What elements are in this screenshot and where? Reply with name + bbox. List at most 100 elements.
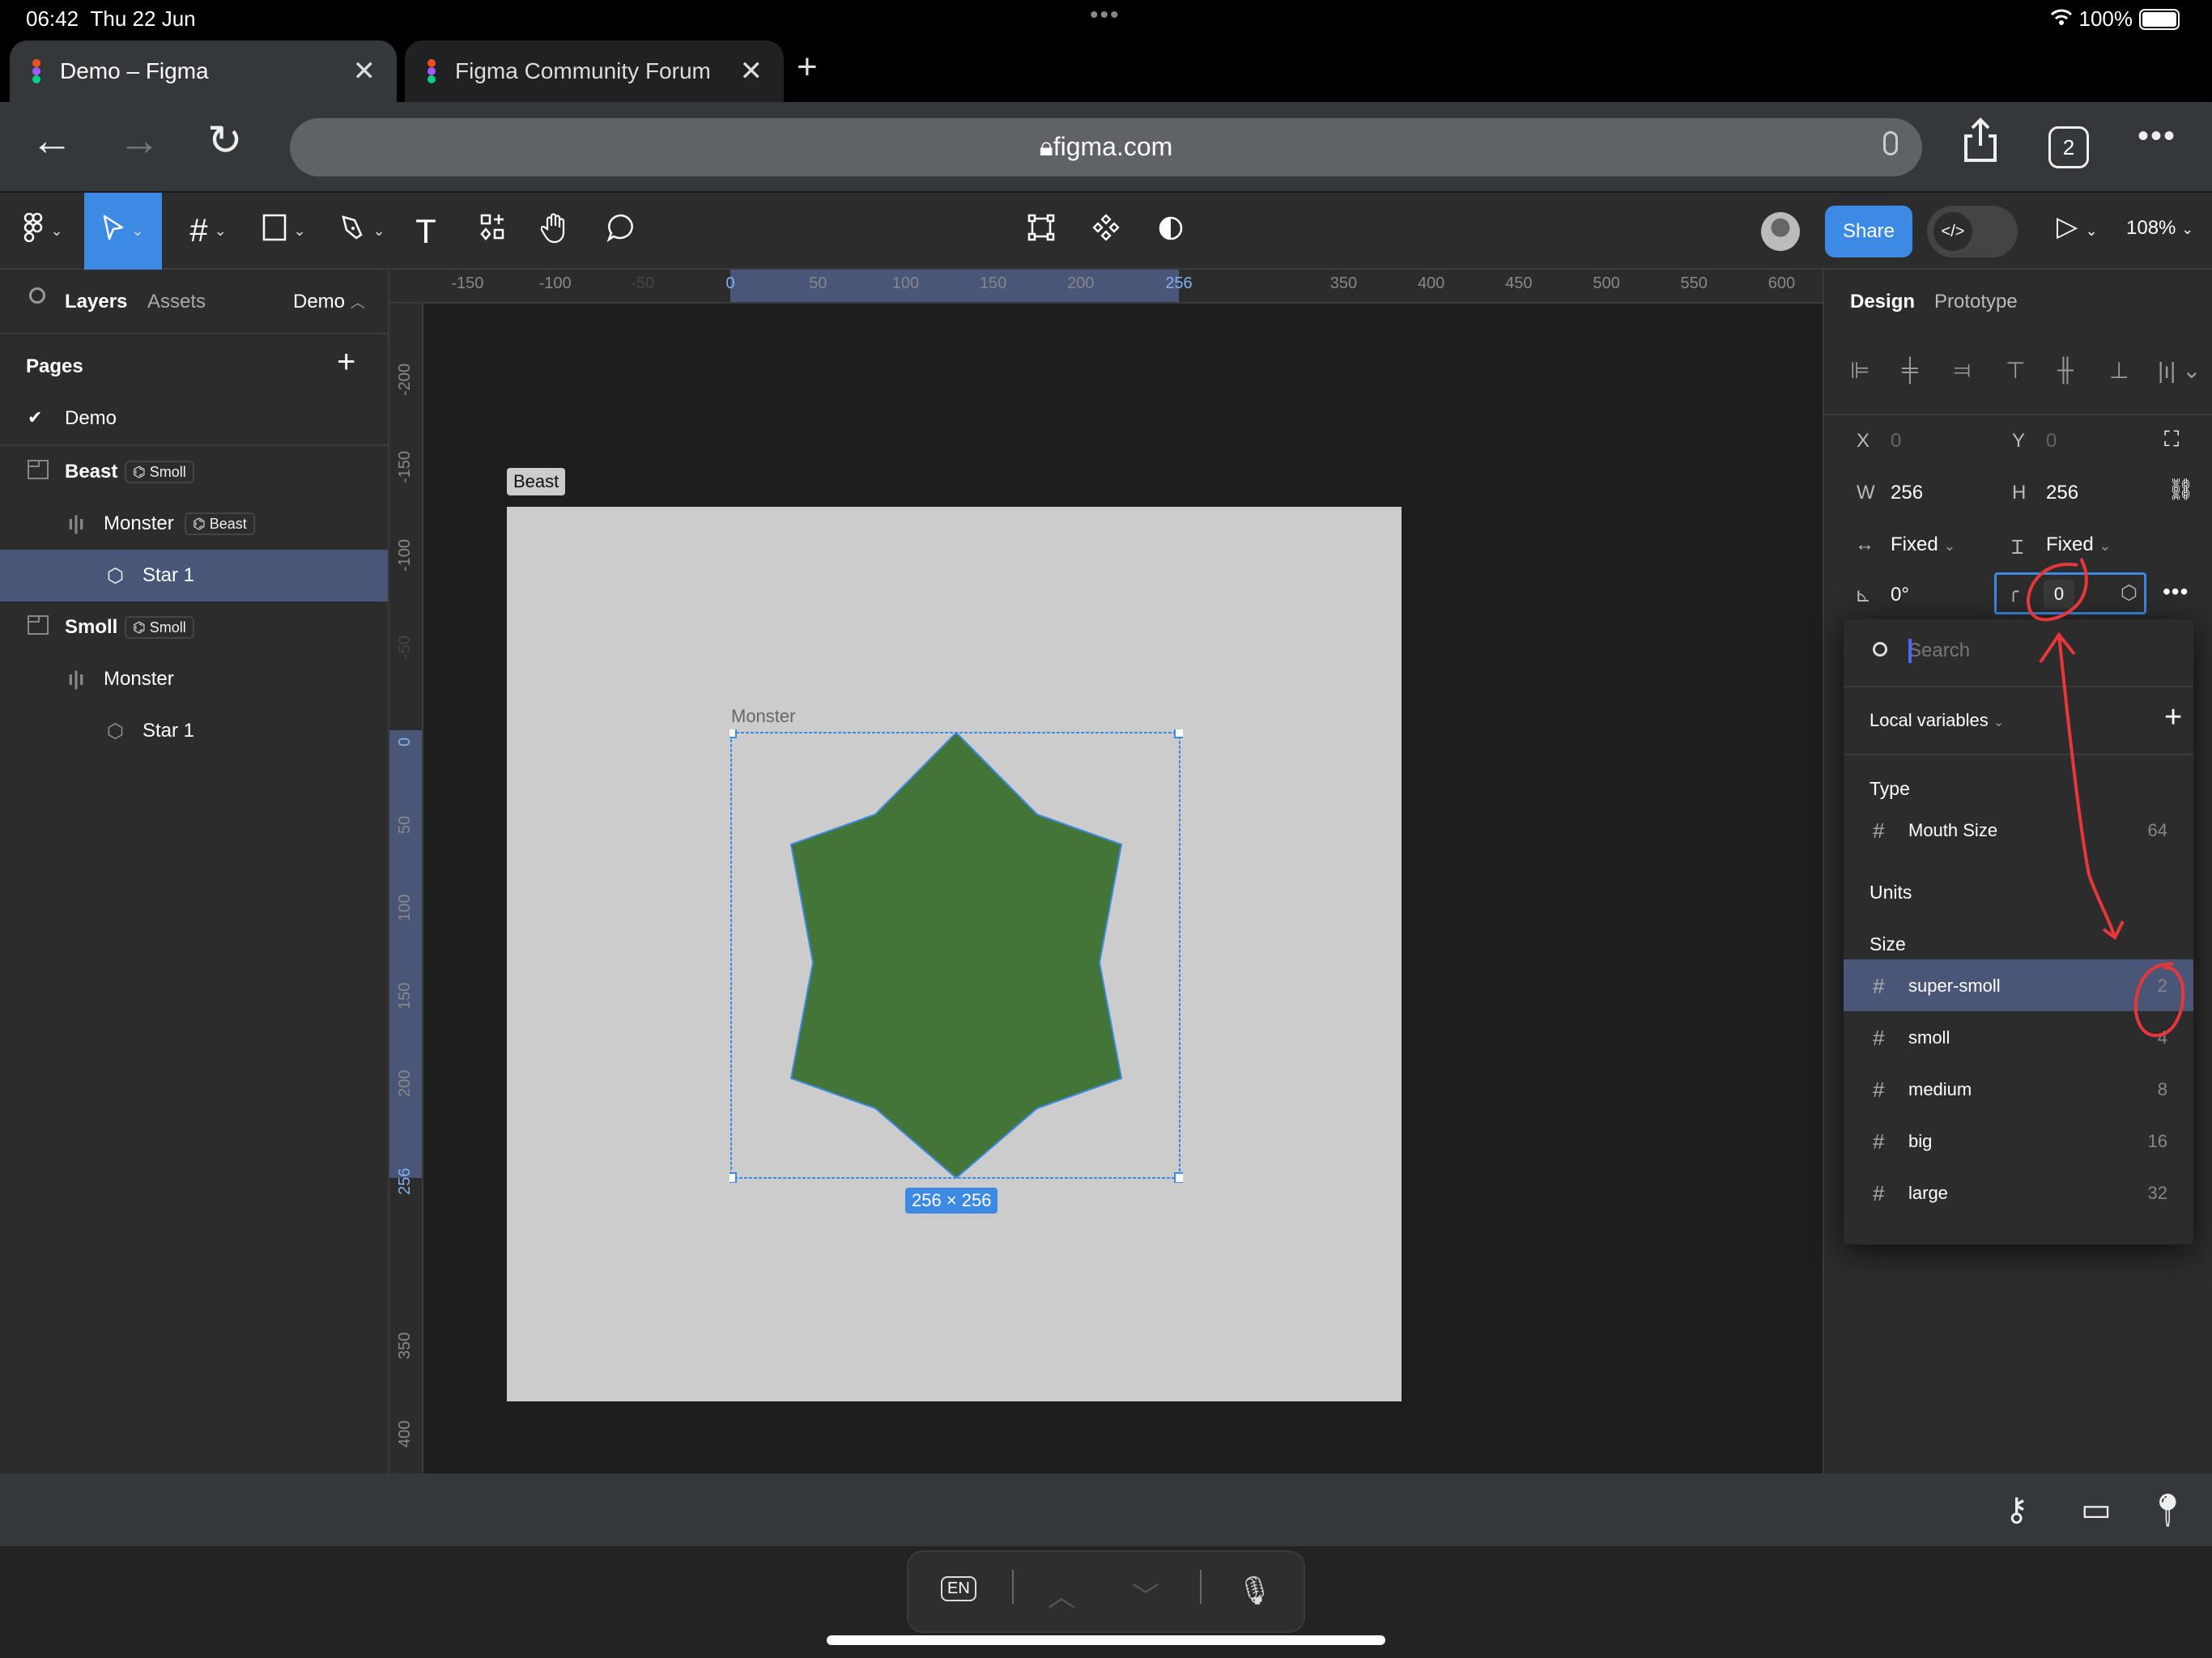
align-right-icon[interactable]: ⫤ [1954, 357, 1971, 384]
address-bar[interactable]: 🔒︎figma.com [290, 118, 1922, 176]
mask-button[interactable] [1155, 193, 1187, 270]
design-canvas[interactable]: Beast Monster 256 × 256 [423, 304, 1823, 1473]
tab-layers[interactable]: Layers [65, 291, 127, 313]
main-menu-button[interactable]: ⌄ [15, 193, 71, 270]
add-page-plus-icon[interactable]: + [337, 344, 355, 380]
tab-count-button[interactable]: 2 [2048, 126, 2089, 168]
close-tab-icon[interactable]: ✕ [740, 57, 764, 85]
language-switch-button[interactable]: EN [941, 1576, 976, 1601]
new-tab-plus-icon[interactable]: + [797, 47, 818, 87]
hand-tool-button[interactable] [538, 193, 573, 270]
resize-handle-top-right[interactable] [1174, 729, 1183, 738]
tab-design[interactable]: Design [1850, 291, 1915, 313]
chevron-up-icon[interactable]: ︿ [1048, 1575, 1075, 1614]
create-variable-plus-icon[interactable]: + [2164, 700, 2182, 735]
forward-arrow-icon[interactable]: → [118, 120, 160, 162]
location-pin-icon[interactable]: 📍︎ [2147, 1491, 2189, 1529]
pen-tool-button[interactable]: ⌄ [332, 193, 393, 270]
close-tab-icon[interactable]: ✕ [353, 57, 376, 85]
share-button[interactable]: Share [1825, 206, 1912, 257]
constrain-proportions-icon[interactable]: ⛓︎ [2167, 477, 2194, 502]
layer-row-monster[interactable]: ı|ı Monster [0, 653, 388, 705]
resize-handle-top-left[interactable] [730, 729, 737, 738]
variable-item-medium[interactable]: # medium 8 [1844, 1063, 2193, 1115]
credit-card-icon[interactable]: ▭ [2081, 1491, 2112, 1528]
w-label: W [1857, 482, 1875, 504]
resources-button[interactable] [476, 193, 508, 270]
height-input[interactable]: 256 [2046, 482, 2078, 504]
width-input[interactable]: 256 [1891, 482, 1923, 504]
battery-icon [2139, 8, 2180, 30]
rotation-input[interactable]: 0° [1891, 584, 1909, 606]
zoom-level-dropdown[interactable]: 108% ⌄ [2126, 217, 2193, 240]
layer-row-beast[interactable]: Beast ⌬ Smoll [0, 446, 388, 498]
width-mode-dropdown[interactable]: Fixed ⌄ [1891, 534, 1955, 556]
search-icon[interactable] [29, 287, 45, 304]
variable-mode-badge[interactable]: ⌬ Smoll [125, 461, 194, 483]
multitasking-dots-icon[interactable]: ••• [1090, 2, 1121, 29]
y-input[interactable]: 0 [2046, 430, 2057, 453]
collection-dropdown[interactable]: Local variables ⌄ [1870, 710, 2004, 731]
chevron-down-icon: ⌄ [2085, 223, 2098, 239]
variable-item-big[interactable]: # big 16 [1844, 1115, 2193, 1167]
corner-radius-value[interactable]: 0 [2044, 580, 2074, 609]
page-switcher[interactable]: Demo ︿ [293, 291, 365, 313]
more-options-icon[interactable]: ••• [2163, 579, 2189, 605]
distribute-icon[interactable]: |ı| ⌄ [2158, 357, 2201, 384]
tab-assets[interactable]: Assets [147, 291, 206, 313]
variable-item-large[interactable]: # large 32 [1844, 1167, 2193, 1218]
constraints-icon[interactable]: ⛶ [2164, 427, 2179, 453]
align-vertical-center-icon[interactable]: ╫ [2057, 357, 2074, 383]
resize-handle-bottom-right[interactable] [1174, 1172, 1183, 1183]
browser-tab-demo-figma[interactable]: Demo – Figma ✕ [10, 40, 397, 102]
shape-tool-button[interactable]: ⌄ [256, 193, 313, 270]
corner-radius-field[interactable]: ╭ 0 ⬡ [1994, 572, 2146, 614]
height-mode-dropdown[interactable]: Fixed ⌄ [2046, 534, 2111, 556]
browser-nav-bar: ← → ↻ 🔒︎figma.com 2 ••• [0, 102, 2212, 193]
reload-icon[interactable]: ↻ [207, 120, 243, 162]
user-avatar[interactable] [1761, 212, 1800, 251]
layer-row-star-1[interactable]: ⬡ Star 1 [0, 705, 388, 757]
variable-item-super-smoll[interactable]: # super-smoll 2 [1844, 959, 2193, 1011]
microphone-icon[interactable] [1883, 131, 1898, 155]
layers-panel-header: Layers Assets Demo ︿ [0, 270, 388, 334]
layer-row-star-1[interactable]: ⬡ Star 1 [0, 550, 388, 602]
tab-prototype[interactable]: Prototype [1934, 291, 2018, 313]
star-shape[interactable] [789, 731, 1123, 1180]
home-indicator[interactable] [827, 1635, 1385, 1645]
variable-mode-badge[interactable]: ⌬ Beast [185, 512, 255, 535]
component-button[interactable] [1090, 193, 1122, 270]
align-left-icon[interactable]: ⊫ [1850, 357, 1870, 384]
page-item-demo[interactable]: Demo [65, 407, 117, 430]
variable-item-smoll[interactable]: # smoll 4 [1844, 1011, 2193, 1063]
variable-search-input[interactable] [1908, 634, 2167, 668]
dev-mode-toggle[interactable]: </> [1927, 206, 2018, 257]
edit-object-button[interactable] [1025, 193, 1057, 270]
layer-row-monster[interactable]: ı|ı Monster ⌬ Beast [0, 498, 388, 550]
comment-tool-button[interactable] [604, 193, 638, 270]
chevron-down-icon[interactable]: ﹀ [1132, 1575, 1159, 1614]
variable-mode-badge[interactable]: ⌬ Smoll [125, 616, 194, 639]
align-bottom-icon[interactable]: ⊥ [2109, 357, 2129, 384]
figma-favicon-icon [426, 59, 437, 83]
more-options-icon[interactable]: ••• [2138, 118, 2176, 155]
x-input[interactable]: 0 [1891, 430, 1901, 453]
back-arrow-icon[interactable]: ← [31, 120, 73, 162]
dictation-microphone-icon[interactable]: 🎙︎ [1237, 1575, 1272, 1607]
browser-tab-community-forum[interactable]: Figma Community Forum ✕ [405, 40, 784, 102]
share-sheet-icon[interactable] [1963, 117, 1998, 172]
ruler-tick-label: 350 [396, 1333, 414, 1360]
frame-tool-button[interactable]: # ⌄ [180, 193, 236, 270]
move-tool-button[interactable]: ⌄ [84, 193, 162, 270]
star-selection[interactable] [730, 729, 1183, 1183]
align-horizontal-center-icon[interactable]: ╪ [1902, 357, 1918, 383]
text-tool-button[interactable]: T [410, 193, 442, 270]
key-passwords-icon[interactable]: ⚷ [2005, 1491, 2028, 1528]
variable-item-mouth-size[interactable]: # Mouth Size 64 [1844, 804, 2193, 856]
align-top-icon[interactable]: ⊤ [2006, 357, 2025, 384]
frame-name-label[interactable]: Beast [507, 468, 566, 495]
present-button[interactable]: ▷ ⌄ [2057, 210, 2098, 243]
layer-row-smoll[interactable]: Smoll ⌬ Smoll [0, 602, 388, 653]
resize-handle-bottom-left[interactable] [730, 1172, 737, 1183]
apply-variable-icon[interactable]: ⬡ [2121, 581, 2138, 605]
